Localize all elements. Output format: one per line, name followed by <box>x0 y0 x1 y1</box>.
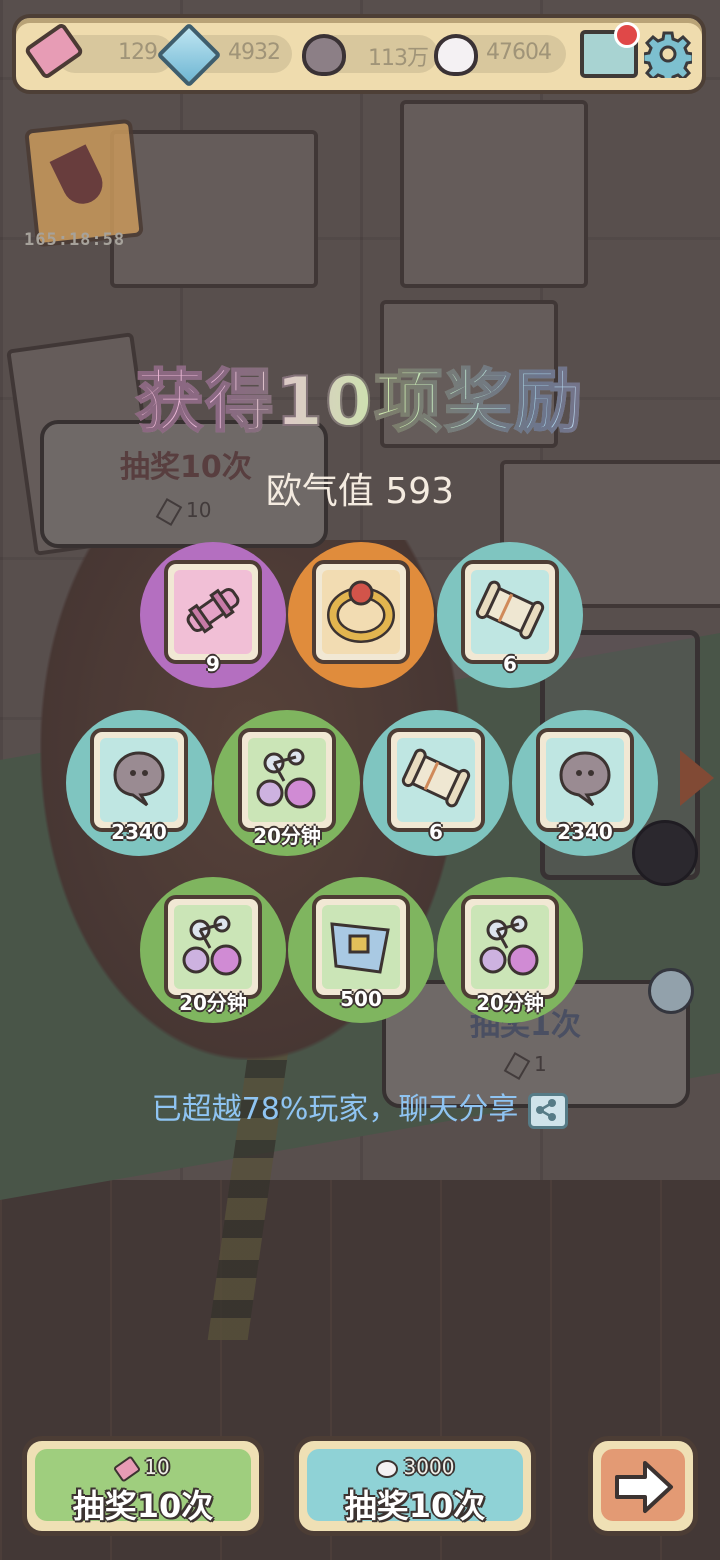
draw-ten-ticket-label: 抽奖10次 <box>72 1487 214 1525</box>
reward-slot[interactable]: 500 <box>288 877 434 1023</box>
reward-card-inner <box>397 738 475 822</box>
arrow-right-icon <box>615 1461 673 1513</box>
reward-card <box>461 895 559 999</box>
scroll-icon <box>475 577 545 647</box>
luck-value: 欧气值 593 <box>0 462 720 514</box>
reward-quantity: 20分钟 <box>476 991 544 1015</box>
potion-flask-icon <box>475 910 545 984</box>
reward-quantity: 20分钟 <box>179 991 247 1015</box>
ticket-icon <box>113 1454 142 1483</box>
reward-card <box>536 728 634 832</box>
reward-quantity: 6 <box>503 652 517 676</box>
gem-count: 4932 <box>228 40 281 65</box>
reward-quantity: 2340 <box>557 820 613 844</box>
draw-ten-coin-cost: 3000 <box>299 1455 531 1479</box>
reward-slot[interactable]: 20分钟 <box>140 877 286 1023</box>
event-card[interactable] <box>24 118 144 248</box>
gem-icon <box>156 22 222 88</box>
reward-slot[interactable]: 6 <box>363 710 509 856</box>
reward-card <box>461 560 559 664</box>
reward-card <box>238 728 336 832</box>
reward-slot[interactable]: 6 <box>437 542 583 688</box>
share-text: 已超越78%玩家，聊天分享 <box>151 1092 519 1127</box>
reward-card-inner <box>471 905 549 989</box>
share-row[interactable]: 已超越78%玩家，聊天分享 <box>0 1084 720 1129</box>
draw-ten-coin-label: 抽奖10次 <box>344 1487 486 1525</box>
reward-card-inner <box>248 738 326 822</box>
reward-slot[interactable]: 9 <box>140 542 286 688</box>
notification-dot <box>614 22 640 48</box>
reward-card <box>387 728 485 832</box>
reward-slot[interactable]: 20分钟 <box>437 877 583 1023</box>
luck-label: 欧气值 <box>265 471 374 512</box>
spirit-icon <box>375 1459 398 1478</box>
luck-number: 593 <box>385 471 455 512</box>
reward-card-inner <box>322 570 400 654</box>
reward-card <box>90 728 188 832</box>
reward-card <box>312 895 410 999</box>
golden-ring-icon <box>326 577 396 647</box>
reward-card <box>164 895 262 999</box>
ghost-coin-count: 113万 <box>368 46 429 71</box>
draw-ten-ticket-cost: 10 <box>27 1454 259 1483</box>
share-icon[interactable] <box>528 1092 569 1129</box>
ticket-count: 129 <box>118 40 158 65</box>
reward-card-inner <box>174 570 252 654</box>
spirit-count: 47604 <box>486 40 552 65</box>
draw-ten-ticket-button[interactable]: 10 抽奖10次 <box>22 1436 264 1536</box>
reward-quantity: 500 <box>340 987 382 1011</box>
potion-flask-icon <box>178 910 248 984</box>
reward-slot[interactable]: 20分钟 <box>214 710 360 856</box>
gem-pack-icon <box>326 912 396 982</box>
next-button[interactable] <box>588 1436 698 1536</box>
reward-card-inner <box>546 738 624 822</box>
scroll-icon <box>401 745 471 815</box>
resource-bar: 129 4932 113万 47604 <box>12 14 706 94</box>
gear-icon[interactable] <box>644 30 692 78</box>
reward-card <box>312 560 410 664</box>
ghost-coin-icon <box>302 34 346 76</box>
reward-slot[interactable] <box>288 542 434 688</box>
reward-slot[interactable]: 2340 <box>512 710 658 856</box>
reward-card-inner <box>322 905 400 989</box>
reward-quantity: 2340 <box>111 820 167 844</box>
reward-card-inner <box>174 905 252 989</box>
reward-card-inner <box>471 570 549 654</box>
reward-title: 获得10项奖励 <box>0 346 720 445</box>
reward-card-inner <box>100 738 178 822</box>
event-timer: 165:18:58 <box>24 230 126 250</box>
reward-slot[interactable]: 2340 <box>66 710 212 856</box>
ghost-coin-icon <box>106 745 172 815</box>
reward-card <box>164 560 262 664</box>
bouquet-icon <box>49 144 110 211</box>
spirit-icon <box>434 34 478 76</box>
draw-ten-coin-button[interactable]: 3000 抽奖10次 <box>294 1436 536 1536</box>
reward-quantity: 6 <box>429 820 443 844</box>
reward-quantity: 9 <box>206 652 220 676</box>
reward-quantity: 20分钟 <box>253 824 321 848</box>
pink-cannon-icon <box>180 577 246 647</box>
potion-flask-icon <box>252 743 322 817</box>
ghost-coin-icon <box>552 745 618 815</box>
